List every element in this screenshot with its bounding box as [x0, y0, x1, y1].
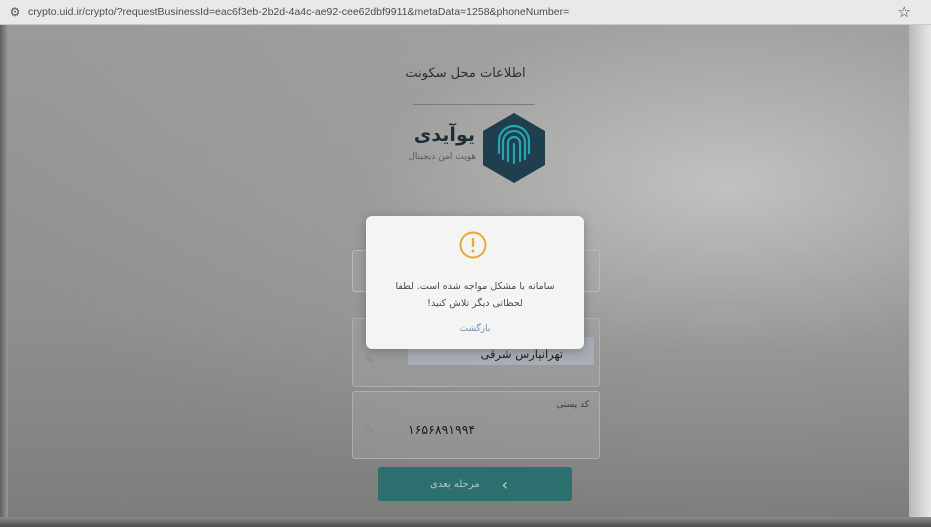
address-value[interactable]: تهرانپارس شرقی	[480, 347, 563, 361]
monitor-bezel-bottom	[0, 517, 931, 527]
monitor-bezel-right	[909, 24, 931, 527]
error-dialog: سامانه با مشکل مواجه شده است. لطفا لحظات…	[366, 216, 584, 349]
site-settings-icon[interactable]: ⚙	[6, 5, 24, 19]
postal-code-label: کد پستی	[556, 400, 589, 410]
pencil-icon[interactable]: ✎	[365, 422, 375, 436]
next-step-label: مرحله بعدی	[430, 478, 480, 490]
return-button[interactable]: بازگشت	[366, 324, 584, 334]
postal-code-field[interactable]: کد پستی ۱۶۵۶۸۹۱۹۹۴ ✎	[352, 391, 600, 459]
postal-code-value[interactable]: ۱۶۵۶۸۹۱۹۹۴	[408, 422, 475, 437]
url-text[interactable]: crypto.uid.ir/crypto/?requestBusinessId=…	[28, 6, 569, 18]
page-title: اطلاعات محل سکونت	[405, 66, 526, 81]
chevron-left-icon: ‹	[501, 474, 508, 494]
title-divider	[413, 104, 535, 105]
logo-tagline: هویت امن دیجیتال	[408, 152, 476, 162]
dialog-message: سامانه با مشکل مواجه شده است. لطفا لحظات…	[395, 281, 555, 309]
monitor-bezel-left	[0, 24, 8, 527]
next-step-button[interactable]: مرحله بعدی ‹	[378, 467, 572, 501]
warning-icon	[459, 231, 487, 259]
bookmark-star-icon[interactable]: ☆	[898, 3, 911, 21]
fingerprint-logo-icon	[483, 113, 545, 183]
pencil-icon[interactable]: ✎	[365, 353, 375, 367]
logo-wordmark: یوآیدی	[413, 124, 475, 146]
browser-address-bar[interactable]: ⚙ crypto.uid.ir/crypto/?requestBusinessI…	[0, 0, 931, 25]
